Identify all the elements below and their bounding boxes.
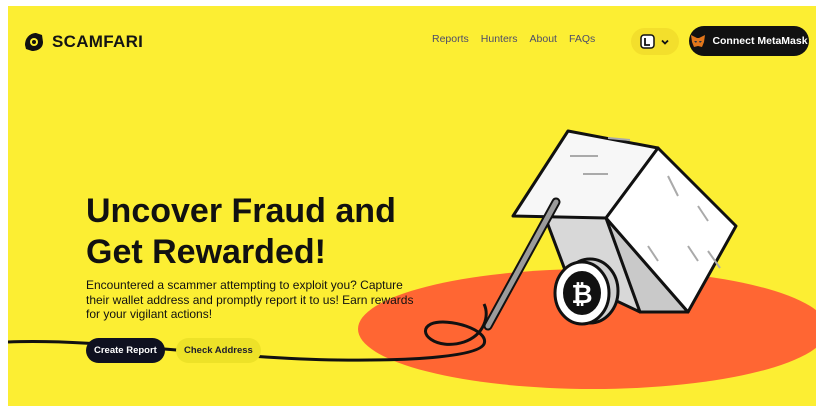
brand-logo[interactable]: SCAMFARI xyxy=(22,30,143,54)
language-selector[interactable] xyxy=(631,28,679,55)
connect-metamask-label: Connect MetaMask xyxy=(712,35,808,47)
create-report-button[interactable]: Create Report xyxy=(86,338,165,363)
hero-description: Encountered a scammer attempting to expl… xyxy=(86,278,414,321)
chevron-down-icon xyxy=(661,39,669,45)
support-stick xyxy=(483,197,561,331)
orange-spot xyxy=(358,269,816,389)
language-glyph-icon xyxy=(640,34,655,49)
nav-about[interactable]: About xyxy=(530,33,557,45)
nav-reports[interactable]: Reports xyxy=(432,33,469,45)
nav-hunters[interactable]: Hunters xyxy=(481,33,518,45)
bitcoin-symbol: ₿ xyxy=(571,280,592,310)
metamask-fox-icon xyxy=(691,35,706,47)
bitcoin-coin xyxy=(553,257,620,326)
hero-title: Uncover Fraud and Get Rewarded! xyxy=(86,192,396,271)
main-nav: Reports Hunters About FAQs xyxy=(432,33,595,45)
nav-faqs[interactable]: FAQs xyxy=(569,33,595,45)
page: ₿ SCAMFARI Reports Hunters About FAQs Co… xyxy=(8,6,816,406)
brand-name: SCAMFARI xyxy=(52,32,144,51)
check-address-button[interactable]: Check Address xyxy=(176,338,261,363)
crate-box xyxy=(511,129,738,314)
logo-mark-icon xyxy=(25,33,43,51)
connect-metamask-button[interactable]: Connect MetaMask xyxy=(689,26,809,56)
